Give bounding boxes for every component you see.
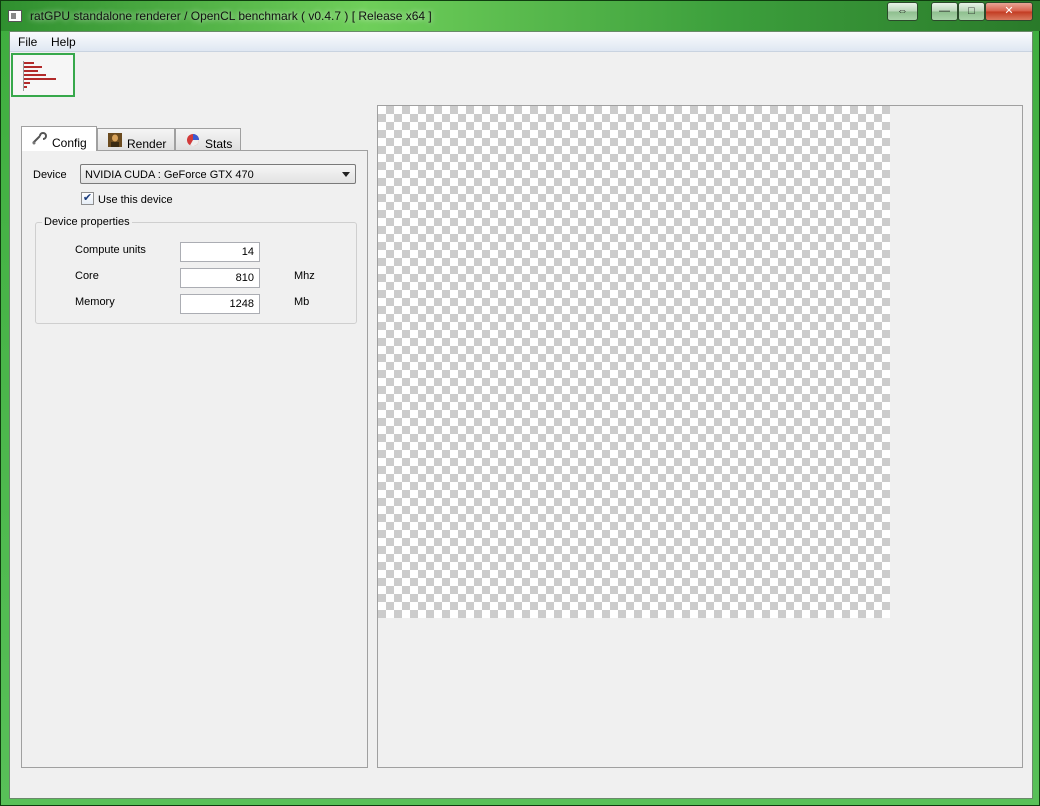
toolbar — [10, 53, 1032, 97]
device-select[interactable]: NVIDIA CUDA : GeForce GTX 470 — [80, 164, 356, 184]
wrench-icon — [32, 132, 47, 145]
core-unit: Mhz — [294, 270, 315, 282]
left-panel: Config Render Stats Device NVIDIA CUDA:… — [20, 126, 368, 768]
compute-units-field[interactable]: 14 — [180, 242, 260, 262]
core-label: Core — [75, 270, 99, 282]
tab-config[interactable]: Config — [21, 126, 97, 151]
memory-label: Memory — [75, 296, 115, 308]
chart-bar-icon — [24, 82, 30, 84]
close-button[interactable]: ✕ — [985, 2, 1033, 21]
minimize-button[interactable]: — — [931, 2, 958, 21]
chart-bar-icon — [24, 86, 27, 88]
tab-config-label: Config — [52, 136, 87, 150]
use-device-checkbox[interactable]: ✔ — [81, 192, 94, 205]
tab-render[interactable]: Render — [97, 128, 175, 151]
restore-alt-button[interactable]: ⇔ — [887, 2, 918, 21]
chart-bar-icon — [24, 78, 56, 80]
maximize-button[interactable]: □ — [958, 2, 985, 21]
device-properties-group: Device properties Compute units 14 Core … — [35, 216, 357, 324]
chart-bar-icon — [24, 74, 46, 76]
compute-units-label: Compute units — [75, 244, 146, 256]
benchmark-chart-button[interactable] — [11, 53, 75, 97]
render-canvas[interactable] — [378, 106, 890, 618]
menu-help[interactable]: Help — [51, 35, 76, 49]
device-select-value: NVIDIA CUDA : GeForce GTX 470 — [85, 169, 254, 181]
config-panel: Device NVIDIA CUDA : GeForce GTX 470 ✔ U… — [21, 150, 368, 768]
window-title: ratGPU standalone renderer / OpenCL benc… — [30, 9, 432, 23]
chart-bar-icon — [24, 62, 34, 64]
render-view[interactable] — [377, 105, 1023, 768]
chevron-down-icon — [342, 172, 350, 177]
core-field[interactable]: 810 — [180, 268, 260, 288]
device-properties-title: Device properties — [42, 216, 132, 228]
app-window: ratGPU standalone renderer / OpenCL benc… — [0, 0, 1040, 806]
client-area: File Help Config Render Stats Device NVI… — [9, 31, 1033, 799]
use-device-label: Use this device — [98, 194, 173, 206]
memory-field[interactable]: 1248 — [180, 294, 260, 314]
memory-unit: Mb — [294, 296, 310, 308]
menu-file[interactable]: File — [18, 35, 37, 49]
portrait-icon — [108, 133, 122, 147]
menu-bar: File Help — [10, 32, 1032, 52]
chart-bar-icon — [24, 70, 38, 72]
chart-bar-icon — [24, 66, 42, 68]
device-label: Device — [33, 169, 67, 181]
pie-chart-icon — [187, 134, 199, 147]
app-icon[interactable] — [8, 10, 22, 22]
title-bar[interactable]: ratGPU standalone renderer / OpenCL benc… — [1, 1, 1040, 31]
tab-stats[interactable]: Stats — [175, 128, 241, 151]
